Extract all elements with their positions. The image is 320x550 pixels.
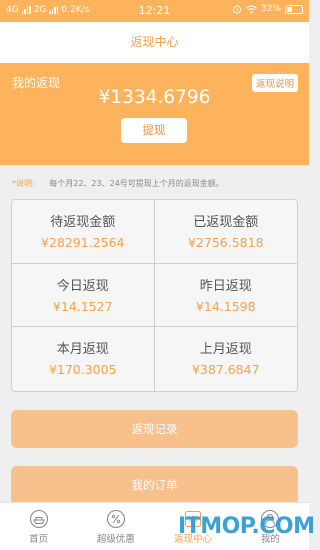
battery-percent: 32% [260, 4, 281, 14]
my-orders-button[interactable]: 我的订单 [11, 466, 298, 502]
stat-label: 今日返现 [56, 278, 109, 294]
stat-value: ¥2756.5818 [187, 235, 264, 250]
watermark-logo: ITMOP.COM [178, 514, 315, 539]
tab-home[interactable]: 首页 [0, 503, 77, 550]
note-text: 每个月22、23、24号可提现上个月的返现金额。 [49, 179, 224, 188]
discount-icon [106, 509, 125, 529]
withdraw-button[interactable]: 提现 [121, 118, 187, 143]
stat-today: 今日返现 ¥14.1527 [12, 263, 155, 328]
stat-value: ¥387.6847 [191, 362, 260, 378]
stat-value: ¥14.1598 [195, 298, 256, 314]
cashback-summary-panel: 我的返现 返现说明 ¥1334.6796 提现 [0, 63, 309, 165]
cashback-balance: ¥1334.6796 [98, 87, 211, 108]
stat-value: ¥28291.2564 [40, 235, 125, 250]
tab-super-discount[interactable]: 超级优惠 [77, 503, 154, 550]
stat-label: 已返现金额 [193, 215, 259, 230]
stat-label: 昨日返现 [199, 278, 252, 294]
stat-pending: 待返现金额 ¥28291.2564 [12, 200, 155, 264]
stat-label: 上月返现 [199, 342, 252, 358]
withdraw-note: *说明: 每个月22、23、24号可提现上个月的返现金额。 [12, 178, 224, 189]
stat-last-month: 上月返现 ¥387.6847 [155, 327, 298, 391]
note-label: *说明: [12, 179, 35, 188]
status-right: 32% [232, 4, 303, 14]
stat-label: 本月返现 [56, 342, 109, 358]
stat-value: ¥14.1527 [52, 298, 113, 314]
stat-value: ¥170.3005 [48, 362, 117, 378]
nav-bar: 返现中心 [0, 22, 309, 63]
battery-icon [285, 4, 303, 14]
tab-label: 首页 [29, 534, 49, 545]
cashback-records-button[interactable]: 返现记录 [11, 410, 298, 448]
wifi-icon [246, 5, 257, 13]
stat-returned: 已返现金额 ¥2756.5818 [154, 200, 297, 264]
tab-label: 超级优惠 [96, 534, 135, 545]
stat-this-month: 本月返现 ¥170.3005 [12, 327, 155, 391]
status-bar: 4G 2G 0.2K/s 12:21 32% [0, 0, 309, 22]
stat-label: 待返现金额 [50, 215, 116, 230]
alarm-icon [232, 5, 242, 14]
home-icon [29, 509, 48, 529]
stat-yesterday: 昨日返现 ¥14.1598 [154, 264, 297, 328]
page-title: 返现中心 [130, 35, 179, 49]
cashback-stats-grid: 待返现金额 ¥28291.2564 已返现金额 ¥2756.5818 今日返现 … [11, 199, 298, 392]
